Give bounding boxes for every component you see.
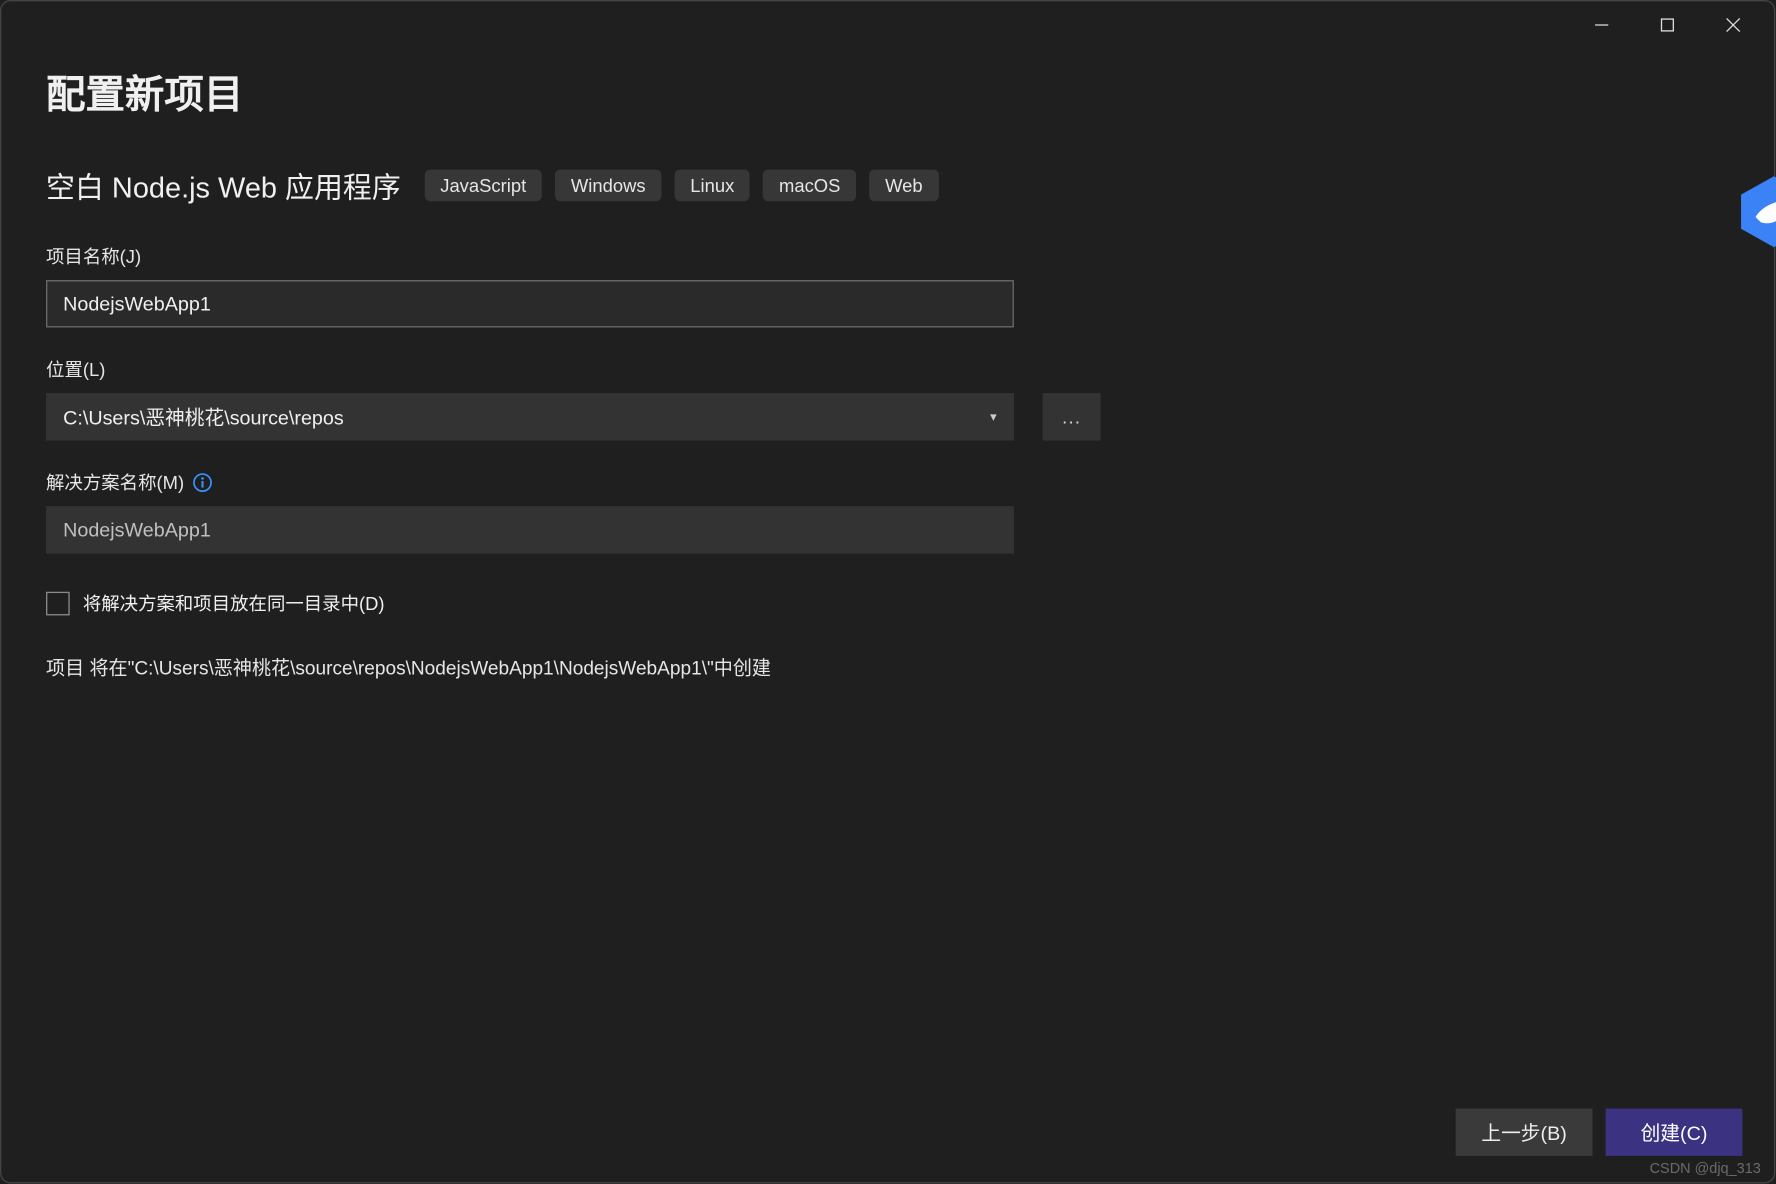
solution-name-input[interactable]: NodejsWebApp1 xyxy=(46,506,1014,553)
project-name-input[interactable] xyxy=(46,280,1014,327)
info-icon[interactable] xyxy=(192,472,213,493)
content-area: 配置新项目 空白 Node.js Web 应用程序 JavaScript Win… xyxy=(1,49,1774,1183)
page-title: 配置新项目 xyxy=(46,62,1729,120)
footer-buttons: 上一步(B) 创建(C) xyxy=(1456,1109,1743,1156)
tag-list: JavaScript Windows Linux macOS Web xyxy=(424,170,938,202)
template-name: 空白 Node.js Web 应用程序 xyxy=(46,164,401,206)
watermark: CSDN @djq_313 xyxy=(1650,1161,1761,1177)
location-value: C:\Users\恶神桃花\source\repos xyxy=(63,403,344,431)
bird-badge-icon[interactable] xyxy=(1734,172,1776,251)
tag-web: Web xyxy=(869,170,938,202)
location-group: 位置(L) C:\Users\恶神桃花\source\repos ▾ ... xyxy=(46,356,1729,440)
location-label: 位置(L) xyxy=(46,356,1729,382)
tag-javascript: JavaScript xyxy=(424,170,542,202)
solution-name-label: 解决方案名称(M) xyxy=(46,469,184,495)
back-button[interactable]: 上一步(B) xyxy=(1456,1109,1593,1156)
location-dropdown[interactable]: C:\Users\恶神桃花\source\repos ▾ xyxy=(46,393,1014,440)
solution-name-value: NodejsWebApp1 xyxy=(63,519,211,541)
tag-windows: Windows xyxy=(555,170,661,202)
titlebar xyxy=(1,1,1774,48)
solution-name-label-row: 解决方案名称(M) xyxy=(46,469,1729,495)
tag-macos: macOS xyxy=(763,170,856,202)
dialog-window: 配置新项目 空白 Node.js Web 应用程序 JavaScript Win… xyxy=(0,0,1775,1184)
browse-button[interactable]: ... xyxy=(1043,393,1101,440)
create-button[interactable]: 创建(C) xyxy=(1606,1109,1743,1156)
creation-summary: 项目 将在"C:\Users\恶神桃花\source\repos\NodejsW… xyxy=(46,654,1729,682)
project-name-label: 项目名称(J) xyxy=(46,243,1729,269)
solution-name-group: 解决方案名称(M) NodejsWebApp1 xyxy=(46,469,1729,553)
tag-linux: Linux xyxy=(675,170,751,202)
minimize-button[interactable] xyxy=(1571,5,1631,44)
subtitle-row: 空白 Node.js Web 应用程序 JavaScript Windows L… xyxy=(46,164,1729,206)
same-directory-row: 将解决方案和项目放在同一目录中(D) xyxy=(46,590,1729,616)
project-name-group: 项目名称(J) xyxy=(46,243,1729,327)
maximize-button[interactable] xyxy=(1637,5,1697,44)
same-directory-checkbox[interactable] xyxy=(46,592,70,616)
same-directory-label: 将解决方案和项目放在同一目录中(D) xyxy=(83,590,385,616)
chevron-down-icon: ▾ xyxy=(990,410,997,424)
close-button[interactable] xyxy=(1703,5,1763,44)
